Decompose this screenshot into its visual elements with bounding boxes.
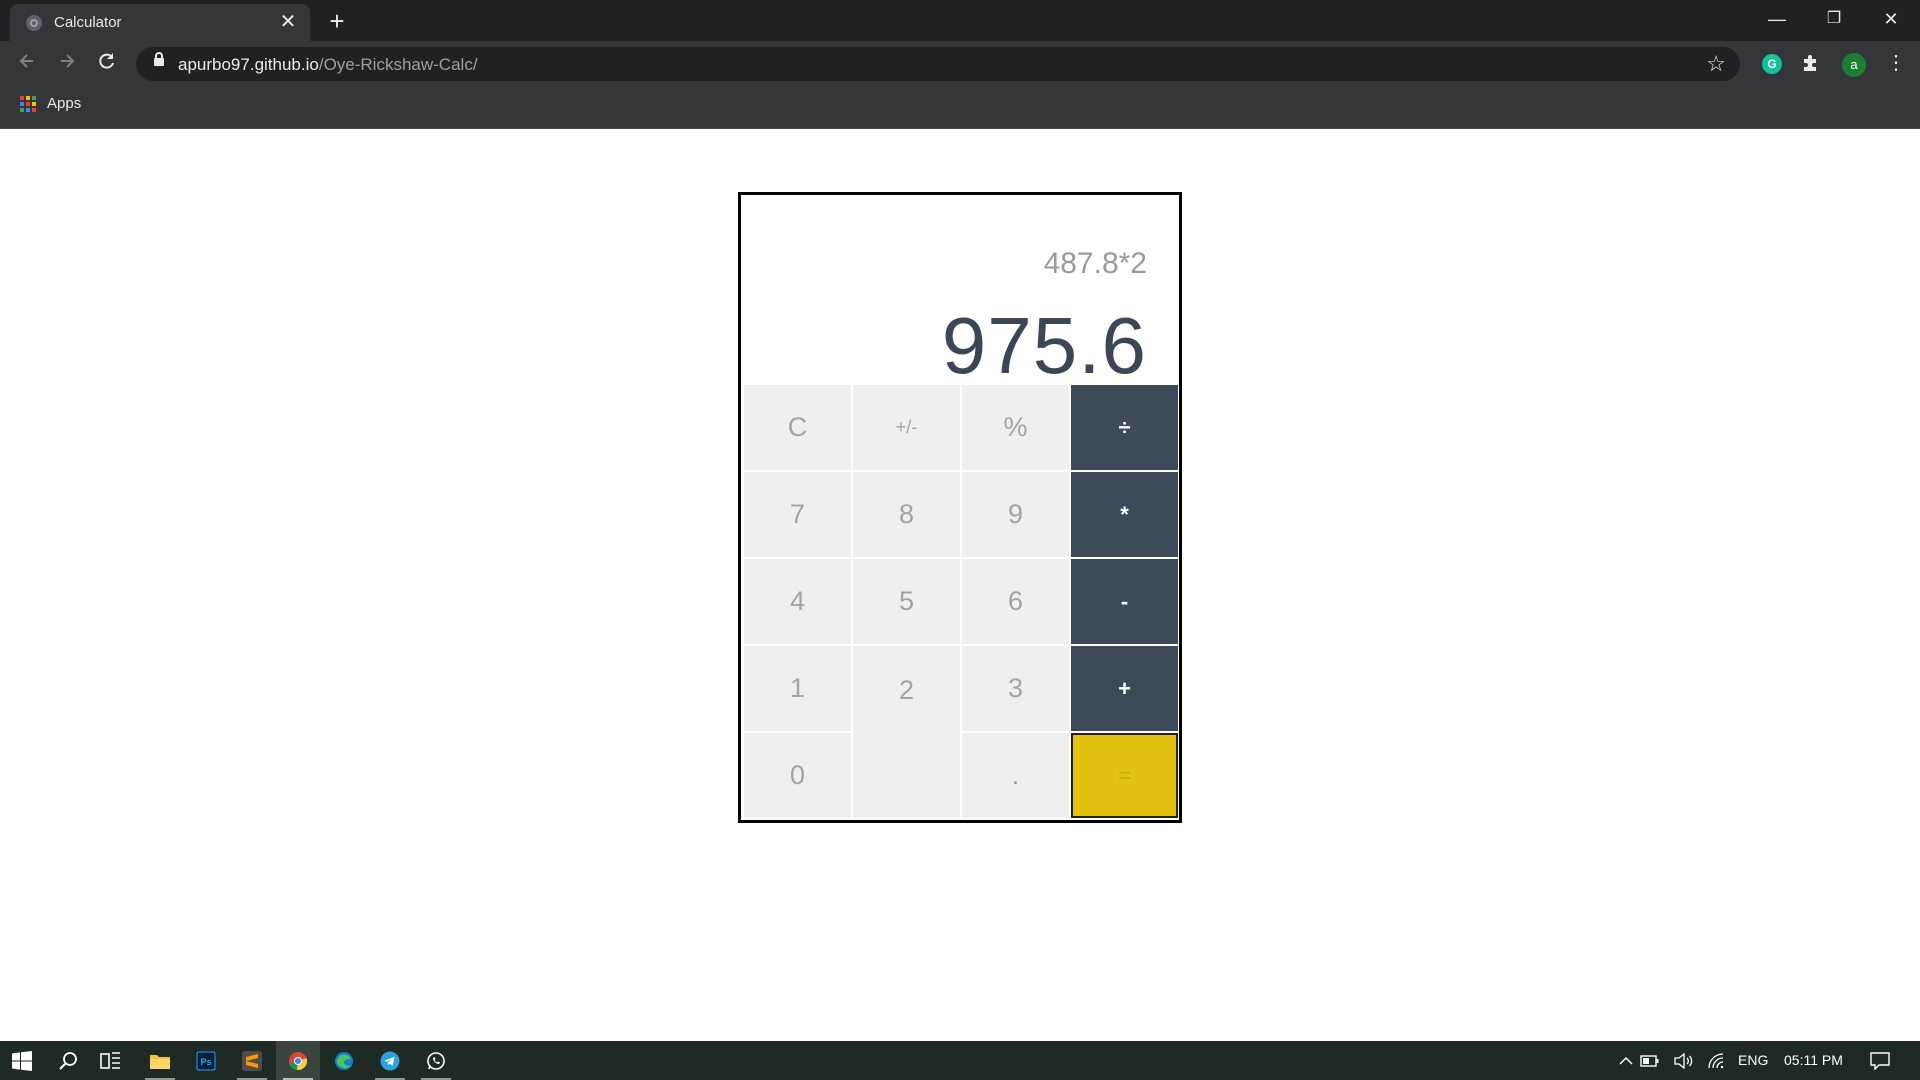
wifi-icon [1708, 1052, 1724, 1068]
multiply-button[interactable]: * [1071, 472, 1178, 557]
url-path: /Oye-Rickshaw-Calc/ [318, 55, 478, 74]
bookmark-apps-label[interactable]: Apps [47, 95, 81, 112]
tab-calculator[interactable]: Calculator ✕ [10, 4, 310, 41]
svg-text:Ps: Ps [200, 1057, 211, 1067]
url-host: apurbo97.github.io [178, 55, 319, 74]
apps-grid-icon[interactable] [20, 96, 36, 112]
digit-7-button[interactable]: 7 [744, 472, 851, 557]
telegram-icon [380, 1051, 400, 1070]
reload-button[interactable] [92, 49, 122, 79]
keypad: C +/- % ÷ 7 8 9 * 4 5 6 - 1 2 3 + 0 . = [744, 385, 1178, 818]
arrow-left-icon [19, 54, 33, 68]
file-explorer-icon [150, 1054, 170, 1069]
grammarly-extension-icon[interactable]: G [1762, 54, 1782, 74]
restore-button[interactable]: ❐ [1806, 0, 1862, 41]
forward-button[interactable] [52, 49, 82, 79]
browser-tabstrip: Calculator ✕ + — ❐ ✕ [0, 0, 1920, 41]
task-view-button[interactable] [89, 1041, 133, 1080]
chrome-button[interactable] [276, 1041, 320, 1080]
browser-toolbar: apurbo97.github.io/Oye-Rickshaw-Calc/ ☆ … [0, 41, 1920, 87]
back-button[interactable] [12, 49, 42, 79]
extensions-puzzle-icon[interactable] [1800, 54, 1820, 74]
profile-avatar[interactable]: a [1842, 53, 1866, 77]
file-explorer-button[interactable] [138, 1041, 182, 1080]
sublime-text-icon [242, 1050, 262, 1071]
battery-icon [1640, 1054, 1659, 1067]
task-view-icon [100, 1051, 120, 1069]
language-indicator[interactable]: ENG [1738, 1052, 1768, 1068]
puzzle-icon [1804, 55, 1816, 71]
new-tab-button[interactable]: + [324, 8, 350, 34]
bookmark-star-icon[interactable]: ☆ [1706, 51, 1726, 77]
whatsapp-button[interactable] [414, 1041, 458, 1080]
photoshop-icon: Ps [196, 1050, 216, 1071]
divide-button[interactable]: ÷ [1071, 385, 1178, 470]
photoshop-button[interactable]: Ps [184, 1041, 228, 1080]
bookmarks-bar [0, 87, 1920, 129]
minimize-button[interactable]: — [1749, 0, 1805, 41]
equals-button[interactable]: = [1071, 733, 1178, 818]
lock-icon [154, 52, 164, 66]
reload-icon [99, 53, 114, 69]
subtract-button[interactable]: - [1071, 559, 1178, 644]
digit-6-button[interactable]: 6 [962, 559, 1069, 644]
close-window-button[interactable]: ✕ [1863, 0, 1919, 41]
digit-3-button[interactable]: 3 [962, 646, 1069, 731]
digit-0-button[interactable]: 0 [744, 733, 851, 818]
url-text[interactable]: apurbo97.github.io/Oye-Rickshaw-Calc/ [178, 55, 478, 75]
digit-5-button[interactable]: 5 [853, 559, 960, 644]
calculator: 487.8*2 975.6 C +/- % ÷ 7 8 9 * 4 5 6 - … [738, 192, 1182, 823]
windows-start-button[interactable] [0, 1041, 44, 1080]
clock-time[interactable]: 05:11 PM [1784, 1052, 1843, 1068]
edge-button[interactable] [322, 1041, 366, 1080]
browser-menu-icon[interactable]: ⋮ [1886, 51, 1906, 75]
tab-title: Calculator [54, 14, 122, 31]
sublime-text-button[interactable] [230, 1041, 274, 1080]
notification-icon [1870, 1051, 1890, 1070]
add-button[interactable]: + [1071, 646, 1178, 731]
globe-icon [26, 15, 42, 31]
result-display: 975.6 [941, 301, 1147, 390]
action-center-button[interactable] [1858, 1041, 1902, 1080]
clear-button[interactable]: C [744, 385, 851, 470]
digit-9-button[interactable]: 9 [962, 472, 1069, 557]
search-button[interactable] [46, 1041, 90, 1080]
digit-4-button[interactable]: 4 [744, 559, 851, 644]
decimal-button[interactable]: . [962, 733, 1069, 818]
windows-taskbar: Ps ENG 05:11 PM [0, 1041, 1920, 1080]
percent-button[interactable]: % [962, 385, 1069, 470]
telegram-button[interactable] [368, 1041, 412, 1080]
digit-8-button[interactable]: 8 [853, 472, 960, 557]
speaker-icon [1674, 1052, 1693, 1069]
arrow-right-icon [61, 54, 75, 68]
network-button[interactable] [1696, 1041, 1736, 1080]
expression-display: 487.8*2 [1043, 247, 1147, 280]
search-icon [59, 1051, 77, 1070]
address-bar[interactable]: apurbo97.github.io/Oye-Rickshaw-Calc/ ☆ [136, 47, 1740, 81]
digit-2-button[interactable]: 2 [853, 646, 960, 818]
close-tab-button[interactable]: ✕ [276, 10, 300, 34]
negate-button[interactable]: +/- [853, 385, 960, 470]
chrome-icon [289, 1051, 308, 1070]
edge-icon [335, 1051, 353, 1070]
digit-1-button[interactable]: 1 [744, 646, 851, 731]
whatsapp-icon [427, 1051, 445, 1070]
windows-start-icon [12, 1050, 32, 1071]
